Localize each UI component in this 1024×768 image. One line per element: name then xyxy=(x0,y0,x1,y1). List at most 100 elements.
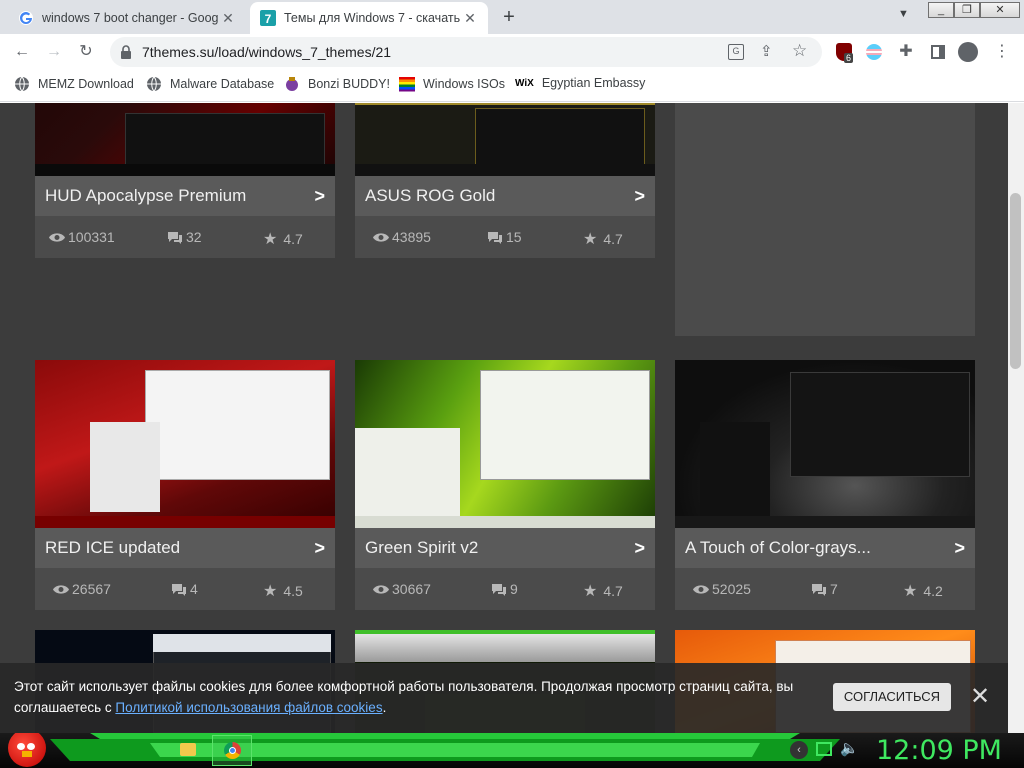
folder-icon xyxy=(180,743,196,756)
menu-icon[interactable]: ⋮ xyxy=(992,42,1012,62)
share-icon[interactable]: ⇪ xyxy=(760,42,773,60)
7themes-icon: 7 xyxy=(260,10,276,26)
translate-icon[interactable]: G xyxy=(728,44,744,60)
chevron-down-icon[interactable]: ▼ xyxy=(898,8,909,20)
chevron-right-icon[interactable]: > xyxy=(954,528,965,568)
theme-name[interactable]: A Touch of Color-grays... > xyxy=(675,528,975,568)
extension-ublock-icon[interactable]: 6 xyxy=(836,43,854,63)
theme-stats: 52025 7 ★ 4.2 xyxy=(675,568,975,610)
new-tab-button[interactable]: + xyxy=(498,6,520,28)
comment-count: 32 xyxy=(186,229,202,245)
eye-icon xyxy=(693,584,709,594)
chevron-right-icon[interactable]: > xyxy=(634,176,645,216)
tab-title: windows 7 boot changer - Goog xyxy=(42,11,219,25)
puzzle-icon[interactable]: ✚ xyxy=(896,42,916,62)
theme-stats: 26567 4 ★ 4.5 xyxy=(35,568,335,610)
close-window-button[interactable]: ✕ xyxy=(980,2,1020,18)
tray-expand-icon[interactable]: ‹ xyxy=(790,741,808,759)
star-icon: ★ xyxy=(263,583,278,600)
theme-name[interactable]: ASUS ROG Gold > xyxy=(355,176,655,216)
theme-thumbnail[interactable] xyxy=(35,103,335,176)
eye-icon xyxy=(373,232,389,242)
profile-icon[interactable] xyxy=(958,42,978,62)
rating: 4.5 xyxy=(283,583,303,599)
address-bar[interactable]: 7themes.su/load/windows_7_themes/21 G ⇪ … xyxy=(110,37,822,67)
eye-icon xyxy=(373,584,389,594)
cookie-text: Этот сайт использует файлы cookies для б… xyxy=(14,679,794,715)
globe-icon xyxy=(15,76,29,92)
theme-stats: 30667 9 ★ 4.7 xyxy=(355,568,655,610)
agree-button[interactable]: СОГЛАСИТЬСЯ xyxy=(833,683,951,711)
chevron-right-icon[interactable]: > xyxy=(314,528,325,568)
theme-stats: 100331 32 ★ 4.7 xyxy=(35,216,335,258)
chrome-taskbar-button[interactable] xyxy=(212,735,252,766)
chevron-right-icon[interactable]: > xyxy=(314,176,325,216)
browser-toolbar: ← → ↻ 7themes.su/load/windows_7_themes/2… xyxy=(0,34,1024,70)
empty-slot xyxy=(675,103,975,336)
scrollbar-thumb[interactable] xyxy=(1010,193,1021,369)
bookmark-windows-isos[interactable]: Windows ISOs xyxy=(399,76,505,92)
rating: 4.7 xyxy=(283,231,303,247)
url-text: 7themes.su/load/windows_7_themes/21 xyxy=(142,44,392,60)
extension-badge: 6 xyxy=(844,53,854,63)
comments-icon xyxy=(488,231,502,244)
forward-icon[interactable]: → xyxy=(44,42,64,62)
eye-icon xyxy=(53,584,69,594)
cookie-banner: Этот сайт использует файлы cookies для б… xyxy=(0,663,1008,733)
scrollbar[interactable] xyxy=(1008,103,1024,733)
theme-thumbnail[interactable] xyxy=(675,360,975,528)
bookmark-memz[interactable]: MEMZ Download xyxy=(14,76,134,92)
bookmark-egyptian-embassy[interactable]: WiX Egyptian Embassy xyxy=(515,76,645,90)
globe-icon xyxy=(147,76,161,92)
minimize-button[interactable]: _ xyxy=(928,2,954,18)
back-icon[interactable]: ← xyxy=(12,42,32,62)
view-count: 30667 xyxy=(392,581,431,597)
star-icon[interactable]: ☆ xyxy=(792,41,807,61)
tab-7themes[interactable]: 7 Темы для Windows 7 - скачать ✕ xyxy=(250,2,488,34)
theme-card[interactable]: A Touch of Color-grays... > 52025 7 ★ 4.2 xyxy=(675,360,975,610)
close-icon[interactable]: ✕ xyxy=(970,683,990,711)
theme-name[interactable]: Green Spirit v2 > xyxy=(355,528,655,568)
theme-card[interactable]: RED ICE updated > 26567 4 ★ 4.5 xyxy=(35,360,335,610)
theme-thumbnail[interactable] xyxy=(35,360,335,528)
comment-count: 7 xyxy=(830,581,838,597)
windows-flag-icon xyxy=(399,77,415,92)
theme-card[interactable]: Green Spirit v2 > 30667 9 ★ 4.7 xyxy=(355,360,655,610)
theme-name[interactable]: RED ICE updated > xyxy=(35,528,335,568)
comments-icon xyxy=(168,231,182,244)
bookmark-bonzi[interactable]: Bonzi BUDDY! xyxy=(284,76,390,92)
sidepanel-icon[interactable] xyxy=(928,42,948,62)
theme-name[interactable]: HUD Apocalypse Premium > xyxy=(35,176,335,216)
rating: 4.2 xyxy=(923,583,943,599)
star-icon: ★ xyxy=(583,583,598,600)
tab-boot-changer[interactable]: windows 7 boot changer - Goog ✕ xyxy=(8,2,246,34)
tab-strip: windows 7 boot changer - Goog ✕ 7 Темы д… xyxy=(0,0,1024,34)
cookie-policy-link[interactable]: Политикой использования файлов cookies xyxy=(115,700,382,715)
chevron-right-icon[interactable]: > xyxy=(634,528,645,568)
lock-icon[interactable] xyxy=(120,45,132,59)
theme-thumbnail[interactable] xyxy=(355,103,655,176)
volume-icon[interactable]: 🔈 xyxy=(840,739,859,757)
bookmarks-bar: MEMZ Download Malware Database Bonzi BUD… xyxy=(0,70,1024,102)
comments-icon xyxy=(172,583,186,596)
extension-flag-icon[interactable] xyxy=(866,44,882,60)
restore-button[interactable]: ❐ xyxy=(954,2,980,18)
theme-card[interactable]: ASUS ROG Gold > 43895 15 ★ 4.7 xyxy=(355,103,655,258)
star-icon: ★ xyxy=(903,583,918,600)
close-tab-icon[interactable]: ✕ xyxy=(220,10,236,27)
theme-card[interactable]: HUD Apocalypse Premium > 100331 32 ★ 4.7 xyxy=(35,103,335,258)
explorer-taskbar-button[interactable] xyxy=(168,736,208,766)
rating: 4.7 xyxy=(603,231,623,247)
view-count: 52025 xyxy=(712,581,751,597)
reload-icon[interactable]: ↻ xyxy=(76,42,96,62)
close-tab-icon[interactable]: ✕ xyxy=(462,10,478,27)
bookmark-malware-db[interactable]: Malware Database xyxy=(146,76,274,92)
view-count: 43895 xyxy=(392,229,431,245)
comments-icon xyxy=(812,583,826,596)
google-icon xyxy=(19,11,33,25)
eye-icon xyxy=(49,232,65,242)
comment-count: 15 xyxy=(506,229,522,245)
network-icon[interactable] xyxy=(816,742,832,756)
clock[interactable]: 12:09 PM xyxy=(876,735,1002,766)
theme-thumbnail[interactable] xyxy=(355,360,655,528)
